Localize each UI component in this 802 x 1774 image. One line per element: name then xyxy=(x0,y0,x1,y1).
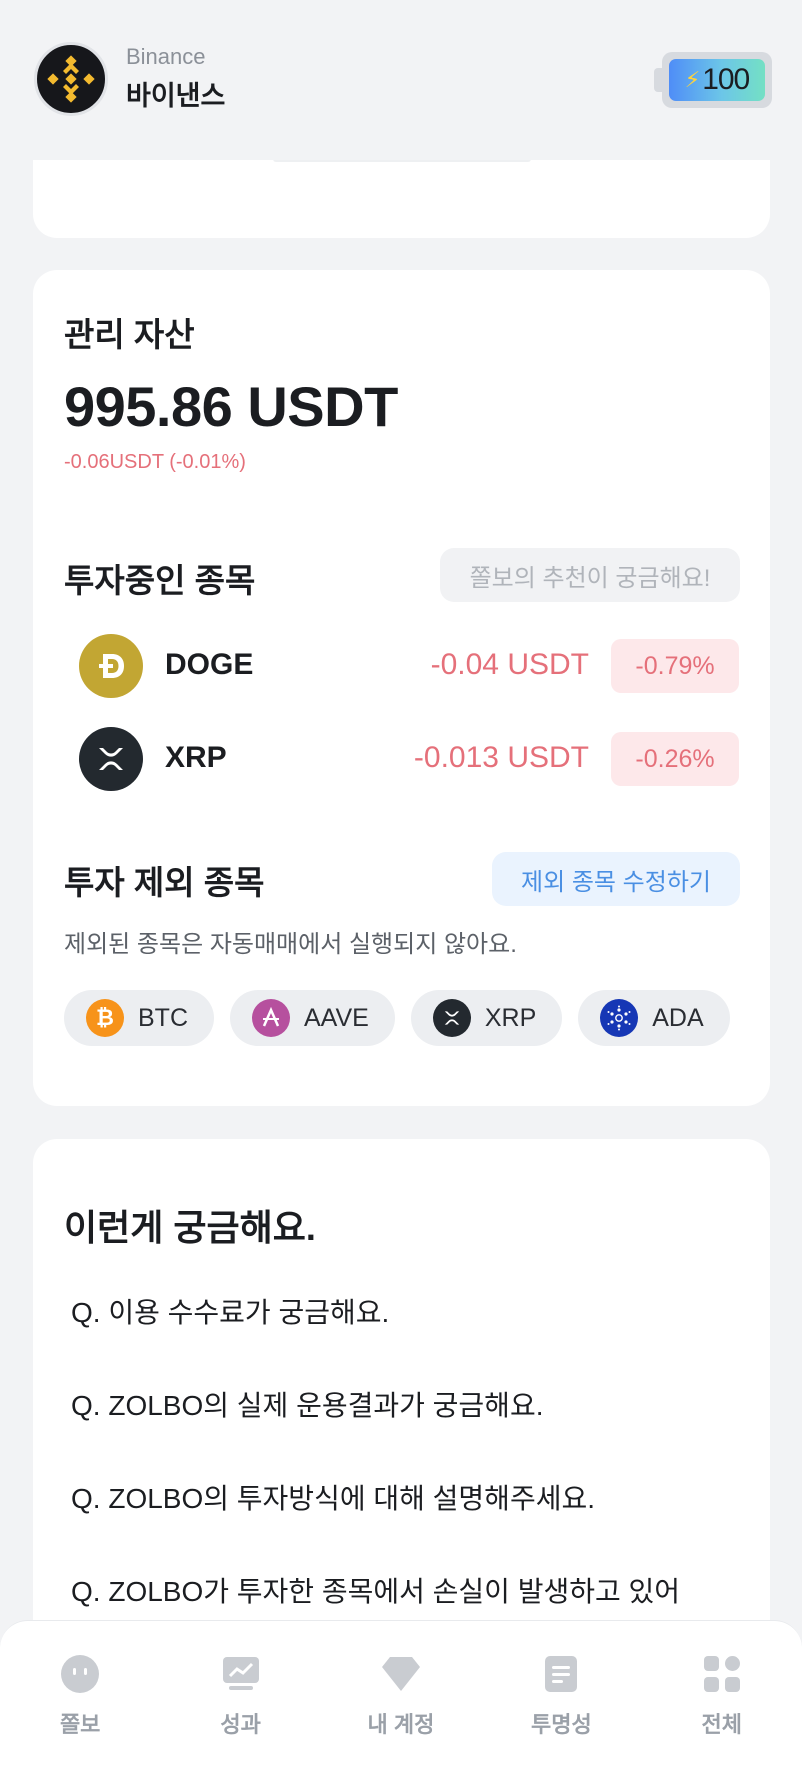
header: Binance 바이낸스 ⚡ 100 xyxy=(0,0,802,160)
grid-icon xyxy=(701,1653,743,1695)
chip-label: BTC xyxy=(138,1003,188,1032)
energy-value: 100 xyxy=(702,63,750,96)
edit-excluded-button[interactable]: 제외 종목 수정하기 xyxy=(492,852,740,906)
coin-percent-badge: -0.26% xyxy=(611,732,739,786)
faq-item[interactable]: Q. ZOLBO가 투자한 종목에서 손실이 발생하고 있어 xyxy=(71,1570,680,1610)
excluded-chip-aave[interactable]: AAVE xyxy=(230,990,395,1046)
investing-title: 투자중인 종목 xyxy=(64,562,256,599)
chip-label: XRP xyxy=(484,1003,537,1032)
nav-label: 성과 xyxy=(220,1712,261,1737)
screen: Binance 바이낸스 ⚡ 100 관리 자산 995.86 USDT -0.… xyxy=(0,0,802,1774)
lightning-icon: ⚡ xyxy=(684,67,701,92)
exchange-name-ko: 바이낸스 xyxy=(126,81,226,111)
coin-row-xrp[interactable]: XRP -0.013 USDT -0.26% xyxy=(79,727,739,791)
excluded-description: 제외된 종목은 자동매매에서 실행되지 않아요. xyxy=(64,931,517,958)
battery-nub xyxy=(654,68,664,92)
coin-amount: -0.013 USDT xyxy=(413,741,589,774)
chart-icon xyxy=(220,1653,262,1695)
faq-item[interactable]: Q. ZOLBO의 투자방식에 대해 설명해주세요. xyxy=(71,1477,595,1517)
asset-amount: 995.86 USDT xyxy=(64,375,398,438)
faq-item[interactable]: Q. 이용 수수료가 궁금해요. xyxy=(71,1291,389,1331)
energy-bar: ⚡ 100 xyxy=(669,59,765,101)
nav-item-performance[interactable]: 성과 xyxy=(171,1653,311,1739)
nav-label: 내 계정 xyxy=(367,1712,435,1737)
gem-icon xyxy=(380,1653,422,1695)
xrp-icon xyxy=(432,999,471,1037)
btc-icon: ₿ xyxy=(86,999,124,1037)
chip-label: AAVE xyxy=(304,1003,369,1032)
nav-label: 쫄보 xyxy=(59,1712,101,1737)
nav-label: 전체 xyxy=(701,1712,742,1737)
zolbo-face-icon xyxy=(59,1653,101,1695)
coin-name: DOGE xyxy=(165,648,254,681)
doge-icon xyxy=(79,634,143,698)
coin-amount: -0.04 USDT xyxy=(430,648,589,681)
binance-logo[interactable] xyxy=(34,42,108,116)
exchange-name-en: Binance xyxy=(126,44,206,69)
faq-item[interactable]: Q. ZOLBO의 실제 운용결과가 궁금해요. xyxy=(71,1384,544,1424)
managed-assets-title: 관리 자산 xyxy=(64,316,195,353)
excluded-chip-xrp[interactable]: XRP xyxy=(410,990,563,1046)
document-icon xyxy=(540,1653,582,1695)
coin-percent-badge: -0.79% xyxy=(611,639,739,693)
nav-item-zolbo[interactable]: 쫄보 xyxy=(10,1653,150,1739)
assets-card: 관리 자산 995.86 USDT -0.06USDT (-0.01%) 투자중… xyxy=(33,270,770,1106)
asset-change: -0.06USDT (-0.01%) xyxy=(64,451,246,473)
nav-label: 투명성 xyxy=(530,1712,592,1737)
nav-item-all[interactable]: 전체 xyxy=(652,1653,792,1739)
chip-label: ADA xyxy=(652,1003,704,1032)
coin-name: XRP xyxy=(165,741,227,774)
energy-badge[interactable]: ⚡ 100 xyxy=(654,52,772,108)
ada-icon xyxy=(600,999,639,1037)
excluded-title: 투자 제외 종목 xyxy=(64,864,265,901)
faq-title: 이런게 궁금해요. xyxy=(64,1207,316,1248)
xrp-icon xyxy=(79,727,143,791)
nav-item-account[interactable]: 내 계정 xyxy=(331,1653,471,1739)
binance-icon xyxy=(47,55,95,103)
bottom-nav: 쫄보 성과 내 계정 투명성 전체 xyxy=(0,1620,802,1774)
nav-item-transparency[interactable]: 투명성 xyxy=(491,1653,631,1739)
coin-row-doge[interactable]: DOGE -0.04 USDT -0.79% xyxy=(79,634,739,698)
recommend-button[interactable]: 쫄보의 추천이 궁금해요! xyxy=(440,548,740,602)
excluded-chips: ₿ BTC AAVE XRP ADA xyxy=(64,990,730,1046)
excluded-chip-btc[interactable]: ₿ BTC xyxy=(64,990,214,1046)
excluded-chip-ada[interactable]: ADA xyxy=(578,990,730,1046)
aave-icon xyxy=(252,999,290,1037)
